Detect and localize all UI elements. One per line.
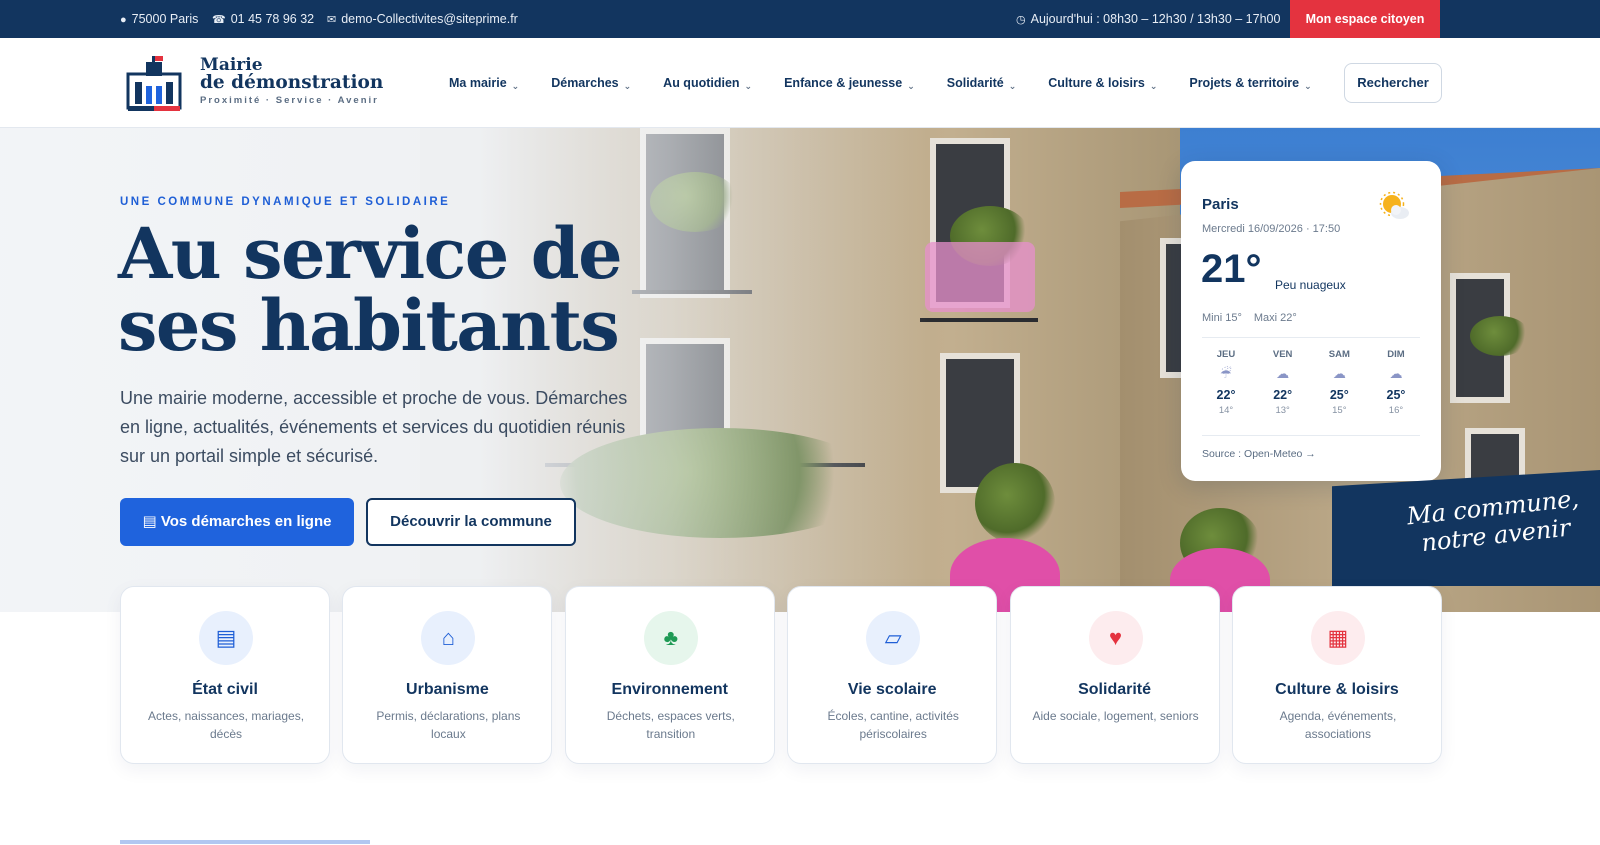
hero-eyebrow: UNE COMMUNE DYNAMIQUE ET SOLIDAIRE — [120, 196, 451, 208]
chevron-down-icon: ⌄ — [744, 81, 753, 91]
chevron-down-icon: ⌄ — [1304, 81, 1312, 91]
search-button[interactable]: Rechercher — [1344, 63, 1442, 103]
forecast-day: VEN ☁ 22° 13° — [1259, 349, 1307, 416]
service-card-etat-civil[interactable]: ▤ État civil Actes, naissances, mariages… — [120, 586, 330, 764]
brand-tagline: Proximité · Service · Avenir — [200, 95, 379, 106]
citizen-space-button[interactable]: Mon espace citoyen — [1290, 0, 1440, 38]
hero-title: Au service de ses habitants — [118, 212, 623, 367]
mail-icon: ✉ — [327, 14, 337, 26]
email-link[interactable]: ✉ demo-Collectivites@siteprime.fr — [327, 0, 518, 38]
calendar-icon: ▦ — [1310, 611, 1365, 665]
brand-line2: de démonstration — [200, 72, 384, 93]
service-card-culture-loisirs[interactable]: ▦ Culture & loisirs Agenda, événements, … — [1231, 586, 1442, 764]
partly-cloudy-icon — [1379, 191, 1409, 219]
nav-enfance-jeunesse[interactable]: Enfance & jeunesse ⌄ — [784, 74, 915, 92]
weather-divider — [1202, 435, 1420, 436]
tree-icon: ♣ — [643, 611, 698, 665]
weather-max: Maxi 22° — [1253, 312, 1297, 324]
chevron-down-icon: ⌄ — [623, 81, 632, 91]
nav-demarches[interactable]: Démarches ⌄ — [551, 74, 631, 92]
nav-au-quotidien[interactable]: Au quotidien ⌄ — [663, 74, 752, 92]
nav-ma-mairie[interactable]: Ma mairie ⌄ — [449, 74, 519, 92]
site-header: Mairie de démonstration Proximité · Serv… — [0, 38, 1600, 128]
chevron-down-icon: ⌄ — [907, 81, 915, 91]
service-card-vie-scolaire[interactable]: ▱ Vie scolaire Écoles, cantine, activité… — [787, 586, 998, 764]
weather-widget: Paris Mercredi 16/09/2026 · 17:50 21° Pe… — [1181, 161, 1441, 481]
main-nav: Ma mairie ⌄ Démarches ⌄ Au quotidien ⌄ Enfa… — [449, 38, 1344, 128]
hero-description: Une mairie moderne, accessible et proche… — [120, 388, 628, 466]
weather-min: Mini 15° — [1202, 312, 1242, 324]
weather-temperature: 21° — [1201, 247, 1262, 291]
service-card-environnement[interactable]: ♣ Environnement Déchets, espaces verts, … — [564, 586, 775, 764]
cloud-icon: ☁ — [1332, 366, 1346, 381]
rain-icon: ☔ — [1220, 366, 1232, 381]
phone-link[interactable]: ☎ 01 45 78 96 32 — [212, 0, 314, 38]
weather-divider — [1202, 337, 1420, 338]
document-list-icon: ▤ — [199, 611, 253, 665]
forecast-day: SAM ☁ 25° 15° — [1315, 349, 1363, 416]
forecast-day: JEU ☔ 22° 14° — [1202, 349, 1250, 416]
phone-icon: ☎ — [212, 14, 226, 26]
weather-source-link[interactable]: Source : Open-Meteo → — [1202, 448, 1316, 460]
brand-name[interactable]: Mairie de démonstration Proximité · Serv… — [200, 56, 383, 106]
town-hall-logo[interactable] — [126, 56, 182, 112]
nav-culture-loisirs[interactable]: Culture & loisirs ⌄ — [1048, 74, 1157, 92]
weather-min-max: Mini 15° Maxi 22° — [1202, 312, 1309, 324]
cloud-icon: ☁ — [1276, 366, 1290, 381]
heart-icon: ♥ — [1088, 611, 1143, 665]
chevron-down-icon: ⌄ — [1008, 81, 1017, 91]
service-card-solidarite[interactable]: ♥ Solidarité Aide sociale, logement, sen… — [1009, 586, 1220, 764]
online-procedures-button[interactable]: ▤ Vos démarches en ligne — [120, 498, 354, 546]
forecast-day: DIM ☁ 25° 16° — [1372, 349, 1420, 416]
weather-condition: Peu nuageux — [1275, 278, 1346, 292]
opening-hours: ◷ Aujourd'hui : 08h30 – 12h30 / 13h30 – 1… — [1016, 0, 1280, 38]
nav-solidarite[interactable]: Solidarité ⌄ — [947, 74, 1017, 92]
weather-city: Paris — [1202, 196, 1239, 213]
discover-town-button[interactable]: Découvrir la commune — [366, 498, 576, 546]
document-icon: ▤ — [142, 513, 161, 530]
service-card-urbanisme[interactable]: ⌂ Urbanisme Permis, déclarations, plans … — [342, 586, 553, 764]
cloud-icon: ☁ — [1389, 366, 1403, 381]
location-info: ● 75000 Paris — [120, 0, 198, 38]
location-dot-icon: ● — [120, 14, 127, 26]
nav-projets-territoire[interactable]: Projets & territoire ⌄ — [1189, 74, 1311, 92]
house-icon: ⌂ — [421, 611, 476, 665]
clock-icon: ◷ — [1016, 14, 1026, 26]
top-bar: ● 75000 Paris ☎ 01 45 78 96 32 ✉ demo-Colle… — [0, 0, 1600, 38]
book-icon: ▱ — [866, 611, 921, 665]
service-cards: ▤ État civil Actes, naissances, mariages… — [120, 586, 1442, 764]
weather-date: Mercredi 16/09/2026 · 17:50 — [1202, 223, 1341, 235]
next-section-heading-peek — [120, 840, 370, 845]
chevron-down-icon: ⌄ — [1149, 81, 1158, 91]
chevron-down-icon: ⌄ — [511, 81, 520, 91]
weather-forecast: JEU ☔ 22° 14° VEN ☁ 22° 13° SAM ☁ 25° 15… — [1202, 349, 1420, 416]
